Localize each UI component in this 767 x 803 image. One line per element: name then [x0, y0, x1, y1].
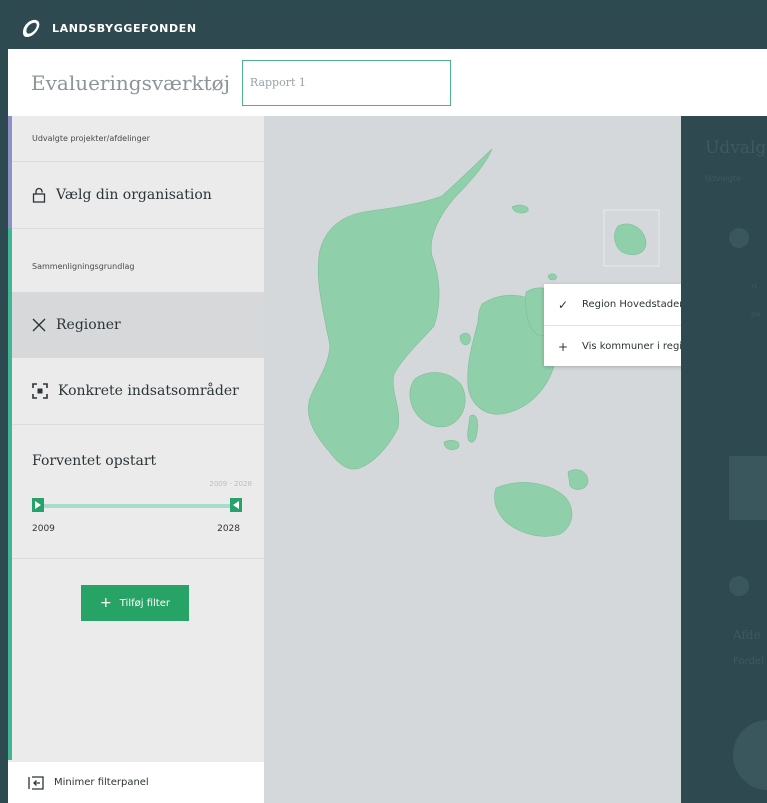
play-right-icon — [35, 501, 41, 509]
opstart-title: Forventet opstart — [32, 453, 157, 469]
region-nordjylland — [308, 148, 493, 470]
slider-max-label: 2028 — [217, 524, 240, 534]
play-left-icon — [233, 501, 239, 509]
add-filter-button[interactable]: + Tilføj filter — [81, 585, 189, 621]
plus-icon: + — [100, 595, 112, 611]
brand-bar: LANDSBYGGEFONDEN — [8, 8, 767, 49]
panel-chart-block — [729, 456, 767, 520]
divider — [12, 558, 264, 559]
minimize-filter-panel-button[interactable]: Minimer filterpanel — [8, 762, 264, 803]
region-fyn — [409, 372, 466, 428]
opstart-slider-track[interactable] — [32, 504, 242, 508]
panel-section-title: Afde — [733, 628, 761, 642]
selected-caption-wrap: Udvalgte projekter/afdelinger — [12, 134, 264, 143]
island-laesoe — [511, 204, 529, 214]
panel-section-subtitle: Fordel — [733, 656, 764, 667]
island-aeroe — [443, 440, 460, 450]
regioner-filter[interactable]: Regioner — [12, 292, 264, 358]
add-filter-label: Tilføj filter — [119, 597, 170, 609]
island-langeland — [467, 414, 478, 443]
menu-item-label: Region Hovedstaden — [582, 299, 686, 310]
lock-icon — [32, 187, 46, 203]
toolbar: Evalueringsværktøj — [8, 49, 767, 116]
organisation-section: Vælg din organisation — [12, 162, 264, 228]
konkrete-label: Konkrete indsatsområder — [58, 383, 239, 399]
slider-min-handle[interactable] — [32, 498, 44, 512]
collapse-panel-icon — [28, 775, 44, 790]
region-lolland-falster — [494, 482, 573, 537]
konkrete-indsatsomraader-filter[interactable]: Konkrete indsatsområder — [12, 358, 264, 424]
regioner-label: Regioner — [56, 317, 121, 333]
opstart-range-label: 2009 - 2028 — [209, 480, 252, 488]
tool-title: Evalueringsværktøj — [31, 70, 230, 95]
panel-text-fragment: ri — [751, 282, 757, 291]
slider-max-handle[interactable] — [230, 498, 242, 512]
panel-radio[interactable] — [729, 576, 749, 596]
report-name-input[interactable] — [241, 59, 451, 106]
selection-panel-title: Udvalg — [705, 138, 767, 158]
selection-panel: Udvalg Udvalgte ri ov Afde Fordel — [681, 116, 767, 803]
landsbyggefonden-logo-icon[interactable] — [20, 18, 42, 40]
selection-panel-subtitle: Udvalgte — [705, 174, 741, 183]
island-samsoe — [459, 332, 471, 346]
filter-panel: Udvalgte projekter/afdelinger Vælg din o… — [8, 116, 264, 803]
slider-min-label: 2009 — [32, 524, 55, 534]
close-icon[interactable] — [32, 318, 46, 332]
basis-caption: Sammenligningsgrundlag — [32, 262, 135, 271]
divider — [12, 424, 264, 425]
denmark-map[interactable] — [264, 116, 681, 803]
check-icon: ✓ — [558, 297, 569, 312]
selected-projects-caption: Udvalgte projekter/afdelinger — [32, 134, 150, 143]
basis-caption-wrap: Sammenligningsgrundlag — [12, 262, 264, 271]
focus-area-icon — [32, 383, 48, 399]
map-area[interactable] — [264, 116, 681, 803]
panel-radio[interactable] — [729, 228, 749, 248]
organisation-label: Vælg din organisation — [56, 187, 212, 203]
island-anholt — [547, 273, 557, 281]
divider — [12, 228, 264, 229]
plus-icon: + — [558, 339, 569, 354]
brand-name[interactable]: LANDSBYGGEFONDEN — [52, 22, 197, 35]
panel-text-fragment: ov — [751, 310, 761, 319]
minimize-label: Minimer filterpanel — [54, 777, 149, 788]
island-moen — [567, 469, 589, 490]
choose-organisation-button[interactable]: Vælg din organisation — [12, 162, 264, 228]
panel-action-circle[interactable] — [733, 720, 767, 790]
